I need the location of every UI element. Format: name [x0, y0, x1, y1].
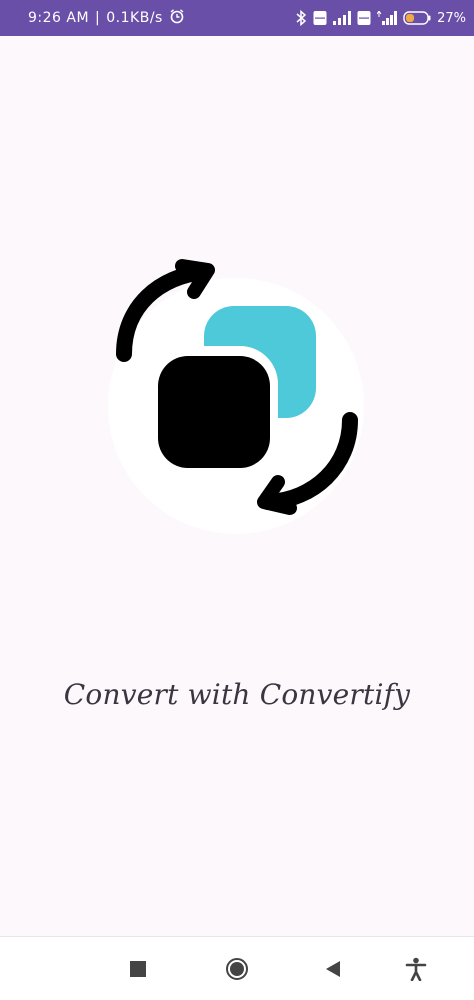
splash-screen: Convert with Convertify	[0, 36, 474, 936]
status-divider: |	[95, 10, 101, 26]
home-icon	[226, 958, 248, 980]
recents-icon	[130, 961, 146, 977]
app-logo	[100, 256, 372, 556]
navigation-bar	[0, 936, 474, 1000]
volte-icon	[313, 10, 327, 26]
battery-percentage: 27%	[437, 10, 466, 26]
signal-icon-2	[377, 11, 398, 25]
network-speed: 0.1KB/s	[106, 10, 163, 26]
status-time: 9:26 AM	[28, 10, 90, 26]
alarm-icon	[169, 8, 185, 28]
accessibility-button[interactable]	[402, 955, 430, 983]
status-right: 27%	[295, 10, 466, 26]
signal-icon	[333, 11, 352, 25]
battery-icon	[403, 11, 431, 25]
convert-logo-icon	[108, 259, 364, 534]
back-icon	[326, 961, 340, 977]
bluetooth-icon	[295, 10, 307, 26]
recents-button[interactable]	[124, 955, 152, 983]
back-button[interactable]	[319, 955, 347, 983]
accessibility-icon	[405, 957, 427, 981]
app-tagline: Convert with Convertify	[63, 678, 411, 711]
volte-icon-2	[357, 10, 371, 26]
home-button[interactable]	[223, 955, 251, 983]
primary-square	[158, 356, 270, 468]
status-left: 9:26 AM | 0.1KB/s	[28, 8, 185, 28]
status-bar: 9:26 AM | 0.1KB/s 27%	[0, 0, 474, 36]
